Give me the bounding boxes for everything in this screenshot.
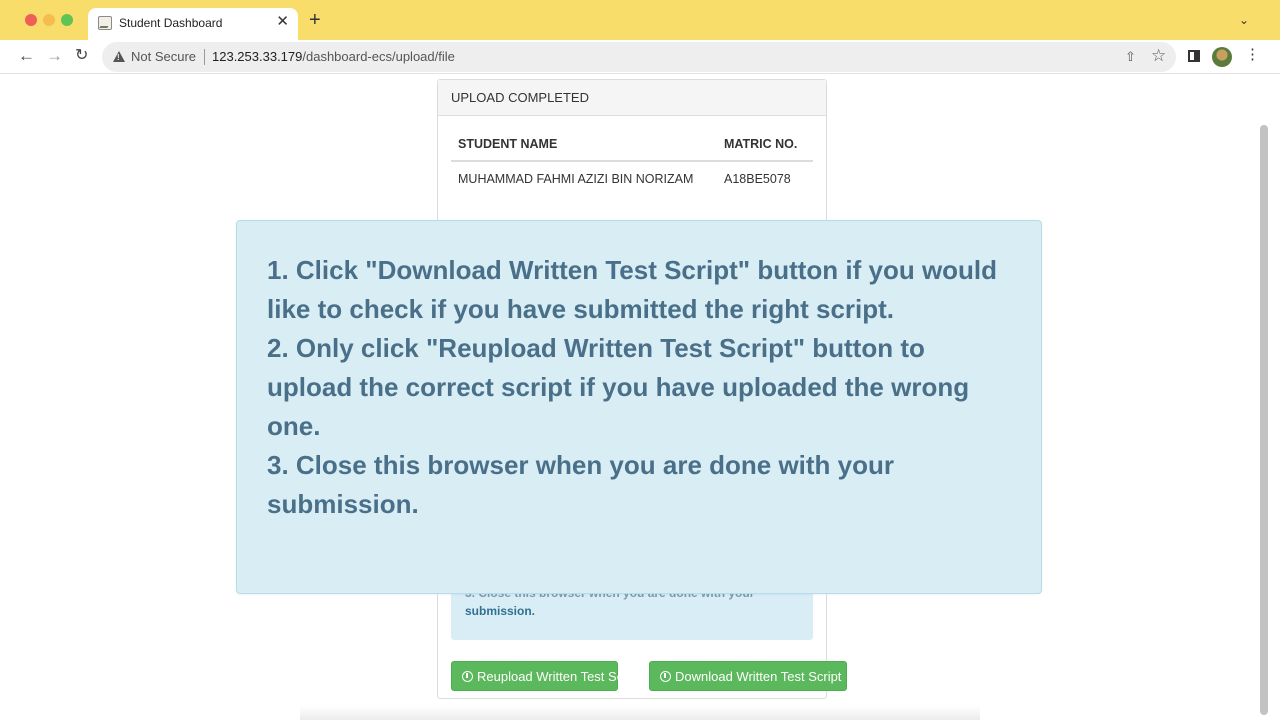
student-table: STUDENT NAME MATRIC NO. MUHAMMAD FAHMI A… — [451, 132, 813, 196]
bookmark-star-icon[interactable]: ☆ — [1151, 46, 1166, 66]
url-path: /dashboard-ecs/upload/file — [302, 49, 455, 64]
reupload-button-label: Reupload Written Test Script — [477, 669, 642, 684]
arrow-circle-icon — [462, 671, 473, 682]
column-header-student-name: STUDENT NAME — [451, 132, 717, 162]
new-tab-button[interactable]: + — [309, 10, 321, 30]
browser-toolbar: ← → ↻ Not Secure 123.253.33.179/dashboar… — [0, 40, 1280, 74]
minimize-window-button[interactable] — [43, 14, 55, 26]
instruction-1: 1. Click "Download Written Test Script" … — [267, 255, 998, 324]
bottom-shadow — [300, 706, 980, 720]
page-scrollbar[interactable] — [1260, 125, 1268, 715]
column-header-matric-no: MATRIC NO. — [717, 132, 813, 162]
security-status[interactable]: Not Secure — [131, 49, 196, 64]
instruction-last-line: submission. — [465, 604, 536, 618]
table-row: MUHAMMAD FAHMI AZIZI BIN NORIZAM A18BE50… — [451, 161, 813, 196]
download-button-label: Download Written Test Script — [675, 669, 842, 684]
table-header-row: STUDENT NAME MATRIC NO. — [451, 132, 813, 162]
url-host: 123.253.33.179 — [212, 49, 303, 64]
url-text[interactable]: 123.253.33.179/dashboard-ecs/upload/file — [212, 49, 455, 64]
maximize-window-button[interactable] — [61, 14, 73, 26]
forward-arrow-icon[interactable]: → — [46, 46, 63, 66]
side-panel-icon[interactable] — [1188, 50, 1200, 62]
card-header: UPLOAD COMPLETED — [438, 80, 826, 116]
more-menu-icon[interactable]: ⋮ — [1245, 47, 1260, 63]
profile-avatar[interactable] — [1212, 47, 1232, 67]
warning-triangle-icon[interactable] — [113, 51, 125, 62]
reload-icon[interactable]: ↻ — [75, 46, 88, 66]
instruction-3: 3. Close this browser when you are done … — [267, 450, 895, 519]
tab-title: Student Dashboard — [119, 16, 223, 30]
back-arrow-icon[interactable]: ← — [18, 46, 35, 66]
image-icon — [98, 16, 112, 30]
reupload-script-button[interactable]: Reupload Written Test Script — [451, 661, 641, 691]
instructions-overlay: 1. Click "Download Written Test Script" … — [236, 220, 1042, 594]
download-script-button[interactable]: Download Written Test Script — [649, 661, 847, 691]
matric-no-cell: A18BE5078 — [724, 172, 791, 186]
arrow-circle-icon — [660, 671, 671, 682]
student-name-cell: MUHAMMAD FAHMI AZIZI BIN NORIZAM — [458, 172, 694, 186]
address-bar[interactable]: Not Secure 123.253.33.179/dashboard-ecs/… — [102, 42, 1176, 72]
tab-close-icon[interactable]: ✕ — [276, 14, 289, 30]
share-icon[interactable]: ⇧ — [1125, 49, 1136, 65]
instruction-2: 2. Only click "Reupload Written Test Scr… — [267, 333, 970, 441]
address-divider — [204, 49, 205, 65]
close-window-button[interactable] — [25, 14, 37, 26]
browser-tab-bar: Student Dashboard ✕ + ⌄ — [0, 0, 1280, 40]
chevron-down-icon[interactable]: ⌄ — [1239, 13, 1249, 27]
browser-tab-active[interactable]: Student Dashboard ✕ — [88, 8, 298, 40]
